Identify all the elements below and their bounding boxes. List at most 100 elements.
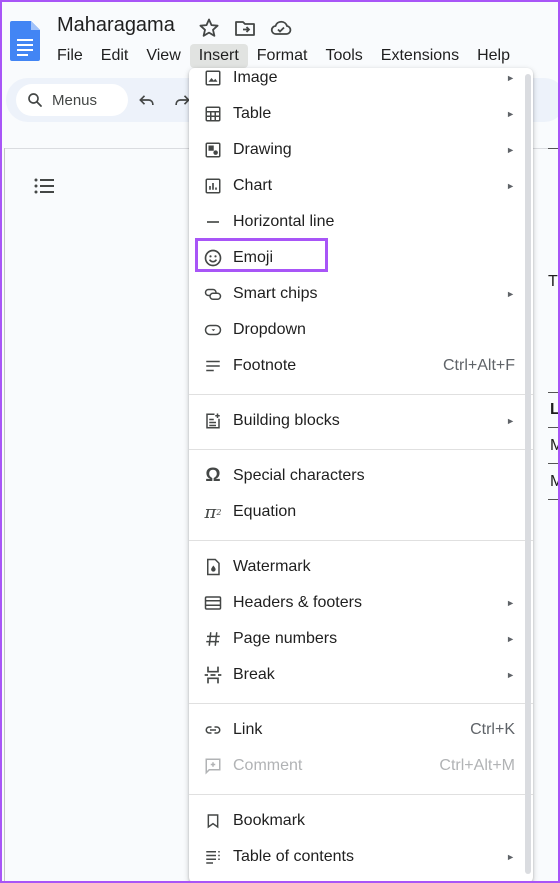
menu-separator	[189, 703, 533, 704]
emoji-icon	[203, 248, 223, 268]
menu-item-label: Smart chips	[233, 285, 318, 302]
table-of-contents-icon	[203, 847, 223, 867]
menu-item-shortcut: Ctrl+Alt+M	[439, 757, 515, 774]
menu-view[interactable]: View	[137, 44, 189, 68]
menu-format[interactable]: Format	[248, 44, 317, 68]
doc-edge-text-4: M	[550, 473, 560, 490]
doc-edge-text-2: L	[550, 401, 560, 418]
doc-edge-text-3: M	[550, 437, 560, 454]
submenu-arrow-icon: ►	[506, 181, 515, 191]
submenu-arrow-icon: ►	[506, 634, 515, 644]
image-icon	[203, 68, 223, 88]
headers-footers-icon	[203, 593, 223, 613]
menu-file[interactable]: File	[48, 44, 92, 68]
menu-item-label: Chart	[233, 177, 273, 194]
cloud-status-icon[interactable]	[269, 16, 293, 40]
submenu-arrow-icon: ►	[506, 73, 515, 83]
submenu-arrow-icon: ►	[506, 852, 515, 862]
menu-item-label: Link	[233, 721, 263, 738]
menu-scrollbar[interactable]	[523, 68, 533, 883]
menu-item-horizontal-line[interactable]: Horizontal line	[189, 205, 533, 239]
menu-item-equation[interactable]: π2 Equation	[189, 495, 533, 529]
smart-chips-icon	[203, 284, 223, 304]
break-icon	[203, 665, 223, 685]
table-edge-line	[548, 392, 560, 393]
menu-insert[interactable]: Insert	[189, 44, 248, 68]
menu-item-label: Horizontal line	[233, 213, 335, 230]
move-to-folder-icon[interactable]	[233, 16, 257, 40]
submenu-arrow-icon: ►	[506, 598, 515, 608]
menu-item-dropdown[interactable]: Dropdown	[189, 313, 533, 347]
menu-item-label: Building blocks	[233, 412, 340, 429]
menu-item-page-numbers[interactable]: Page numbers ►	[189, 622, 533, 656]
watermark-icon	[203, 557, 223, 577]
menu-item-label: Footnote	[233, 357, 297, 374]
menu-separator	[189, 794, 533, 795]
menu-item-drawing[interactable]: Drawing ►	[189, 133, 533, 167]
bookmark-icon	[203, 811, 223, 831]
menu-item-label: Headers & footers	[233, 594, 362, 611]
menu-item-footnote[interactable]: Footnote Ctrl+Alt+F	[189, 349, 533, 383]
undo-icon[interactable]	[137, 90, 157, 110]
menu-item-emoji[interactable]: Emoji	[189, 241, 533, 275]
menu-item-label: Page numbers	[233, 630, 338, 647]
search-menus-button[interactable]: Menus	[16, 84, 128, 116]
horizontal-line-icon	[203, 212, 223, 232]
drawing-icon	[203, 140, 223, 160]
menu-help[interactable]: Help	[468, 44, 519, 68]
menu-item-label: Equation	[233, 503, 297, 520]
hash-icon	[203, 629, 223, 649]
docs-logo-icon[interactable]	[10, 21, 40, 61]
menu-edit[interactable]: Edit	[92, 44, 138, 68]
menu-item-label: Comment	[233, 757, 303, 774]
doc-edge-text-1: Th	[548, 273, 560, 290]
submenu-arrow-icon: ►	[506, 109, 515, 119]
submenu-arrow-icon: ►	[506, 670, 515, 680]
menu-item-special-characters[interactable]: Ω Special characters	[189, 459, 533, 493]
comment-icon	[203, 756, 223, 776]
document-outline-icon[interactable]	[32, 174, 56, 198]
search-icon	[28, 93, 42, 107]
table-edge-line	[548, 463, 560, 464]
table-edge-line	[548, 427, 560, 428]
menu-item-table-of-contents[interactable]: Table of contents ►	[189, 840, 533, 874]
menu-item-bookmark[interactable]: Bookmark	[189, 804, 533, 838]
menu-item-image[interactable]: Image ►	[189, 68, 533, 95]
menu-separator	[189, 540, 533, 541]
menu-tools[interactable]: Tools	[316, 44, 371, 68]
menu-item-label: Table of contents	[233, 848, 354, 865]
search-menus-label: Menus	[52, 91, 98, 109]
insert-menu: Image ► Table ► Drawing ► Chart ► Horizo…	[189, 68, 533, 883]
table-icon	[203, 104, 223, 124]
menu-item-link[interactable]: Link Ctrl+K	[189, 713, 533, 747]
menu-item-headers-footers[interactable]: Headers & footers ►	[189, 586, 533, 620]
menubar: File Edit View Insert Format Tools Exten…	[48, 43, 519, 69]
menu-item-shortcut: Ctrl+Alt+F	[442, 357, 515, 374]
ruler-edge	[548, 148, 558, 149]
table-edge-line	[548, 499, 560, 500]
menu-item-label: Table	[233, 105, 272, 122]
menu-item-chart[interactable]: Chart ►	[189, 169, 533, 203]
building-blocks-icon	[203, 411, 223, 431]
page-border	[4, 148, 5, 883]
menu-extensions[interactable]: Extensions	[372, 44, 468, 68]
menu-item-smart-chips[interactable]: Smart chips ►	[189, 277, 533, 311]
document-title[interactable]: Maharagama	[57, 14, 175, 37]
menu-separator	[189, 394, 533, 395]
submenu-arrow-icon: ►	[506, 416, 515, 426]
menu-item-comment: Comment Ctrl+Alt+M	[189, 749, 533, 783]
menu-separator	[189, 449, 533, 450]
menu-item-watermark[interactable]: Watermark	[189, 550, 533, 584]
menu-item-label: Special characters	[233, 467, 365, 484]
menu-item-break[interactable]: Break ►	[189, 658, 533, 692]
chart-icon	[203, 176, 223, 196]
dropdown-icon	[203, 320, 223, 340]
menu-item-label: Watermark	[233, 558, 311, 575]
menu-scrollbar-thumb[interactable]	[525, 74, 531, 874]
star-icon[interactable]	[197, 16, 221, 40]
menu-item-label: Dropdown	[233, 321, 306, 338]
menu-item-label: Break	[233, 666, 275, 683]
menu-item-building-blocks[interactable]: Building blocks ►	[189, 404, 533, 438]
pi-icon: π2	[204, 501, 222, 523]
menu-item-table[interactable]: Table ►	[189, 97, 533, 131]
